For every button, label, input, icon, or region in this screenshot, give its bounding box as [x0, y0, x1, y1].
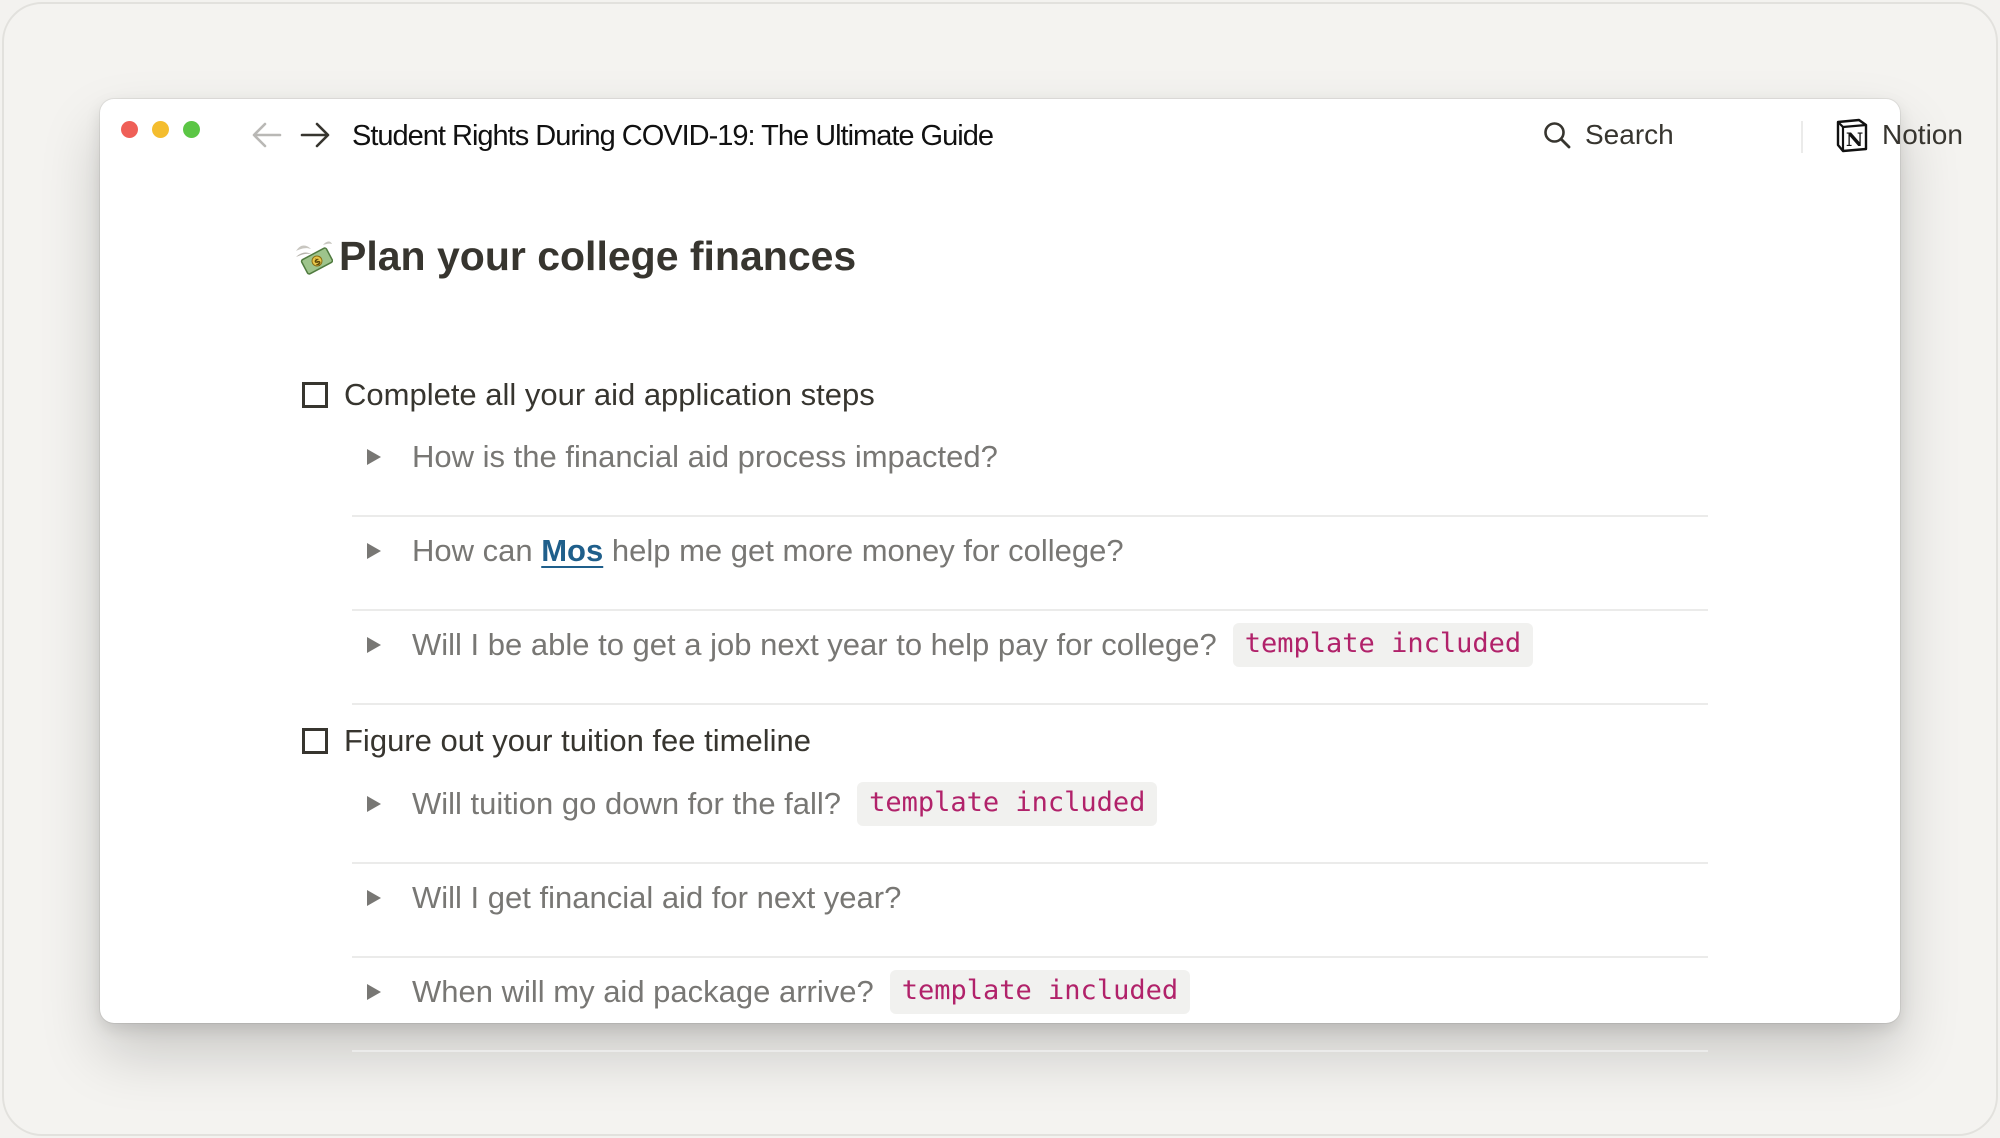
toggle-question-part: help me get more money for college?: [603, 533, 1124, 568]
toggle-block: How is the financial aid process impacte…: [352, 427, 1708, 517]
triangle-right-icon: [367, 984, 381, 1000]
toggle-question[interactable]: Will I be able to get a job next year to…: [412, 627, 1217, 663]
toggle-block: Will I be able to get a job next year to…: [352, 615, 1708, 705]
todo-checkbox[interactable]: [302, 728, 328, 754]
triangle-right-icon: [367, 637, 381, 653]
toggle-row: How can Mos help me get more money for c…: [352, 521, 1124, 581]
toggle-block: Will I get financial aid for next year?: [352, 868, 1708, 958]
toggle-arrow-button[interactable]: [352, 615, 396, 675]
toggle-block: When will my aid package arrive? templat…: [352, 962, 1708, 1052]
money-with-wings-icon: $: [296, 241, 333, 275]
toggle-question[interactable]: How is the financial aid process impacte…: [412, 439, 998, 475]
template-included-tag: template included: [857, 782, 1158, 826]
toggle-row: When will my aid package arrive? templat…: [352, 962, 1191, 1022]
toggle-block: How can Mos help me get more money for c…: [352, 521, 1708, 611]
toggle-question-part: How can: [412, 533, 542, 568]
todo-item: Figure out your tuition fee timeline: [302, 723, 811, 759]
todo-label: Complete all your aid application steps: [344, 377, 875, 412]
section-heading: $ Plan your college finances: [293, 233, 856, 280]
template-included-tag: template included: [1232, 623, 1534, 667]
toggle-row: How is the financial aid process impacte…: [352, 427, 998, 487]
mos-link[interactable]: Mos: [541, 533, 603, 568]
toggle-arrow-button[interactable]: [352, 427, 396, 487]
template-included-tag: template included: [889, 970, 1191, 1014]
triangle-right-icon: [367, 890, 381, 906]
toggle-arrow-button[interactable]: [352, 521, 396, 581]
toggle-question[interactable]: Will I get financial aid for next year?: [412, 880, 901, 916]
todo-item: Complete all your aid application steps: [302, 377, 875, 413]
toggle-row: Will I be able to get a job next year to…: [352, 615, 1534, 675]
toggle-question[interactable]: When will my aid package arrive?: [412, 974, 874, 1010]
triangle-right-icon: [367, 543, 381, 559]
toggle-arrow-button[interactable]: [352, 774, 396, 834]
page-content: $ Plan your college finances Complete al…: [100, 99, 1900, 1052]
toggle-question[interactable]: How can Mos help me get more money for c…: [412, 533, 1124, 569]
todo-label: Figure out your tuition fee timeline: [344, 723, 811, 758]
triangle-right-icon: [367, 796, 381, 812]
toggle-block: Will tuition go down for the fall? templ…: [352, 774, 1708, 864]
toggle-row: Will I get financial aid for next year?: [352, 868, 901, 928]
toggle-arrow-button[interactable]: [352, 962, 396, 1022]
toggle-question[interactable]: Will tuition go down for the fall?: [412, 786, 841, 822]
triangle-right-icon: [367, 449, 381, 465]
section-heading-text: Plan your college finances: [339, 233, 857, 279]
todo-checkbox[interactable]: [302, 382, 328, 408]
toggle-arrow-button[interactable]: [352, 868, 396, 928]
app-window: Student Rights During COVID-19: The Ulti…: [100, 99, 1963, 1052]
toggle-row: Will tuition go down for the fall? templ…: [352, 774, 1158, 834]
